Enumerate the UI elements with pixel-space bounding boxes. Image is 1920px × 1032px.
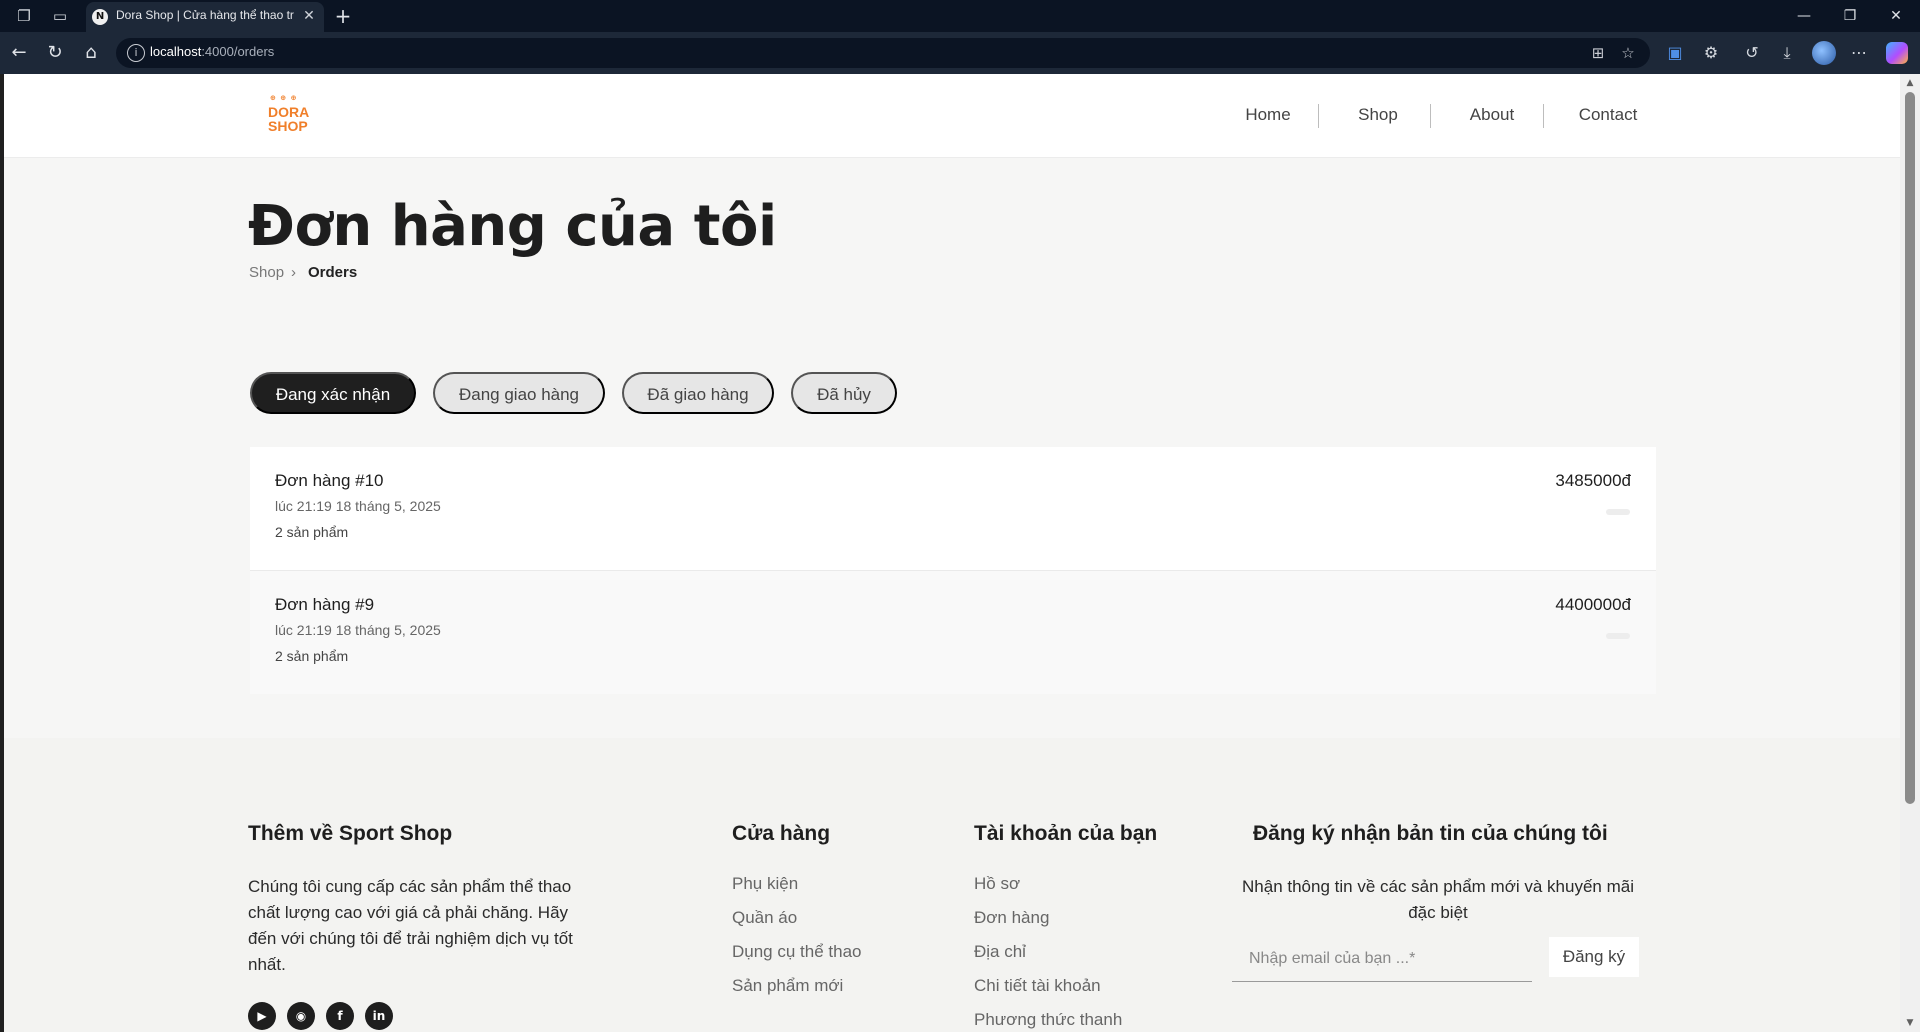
tab-actions-icon[interactable]: ▭ bbox=[50, 6, 70, 26]
scrollbar[interactable]: ▲ ▼ bbox=[1900, 74, 1920, 1032]
footer-link-dia-chi[interactable]: Địa chỉ bbox=[974, 942, 1026, 962]
tab-favicon-icon: N bbox=[92, 9, 108, 25]
chevron-right-icon: › bbox=[291, 264, 296, 281]
tab-dang-xac-nhan[interactable]: Đang xác nhận bbox=[250, 372, 416, 414]
order-total: 4400000đ bbox=[1555, 595, 1631, 614]
nav-divider bbox=[1430, 104, 1431, 128]
tab-title[interactable]: Dora Shop | Cửa hàng thể thao trực tuyến bbox=[116, 8, 294, 26]
window-close-icon[interactable]: ✕ bbox=[1876, 4, 1916, 28]
browser-tab-bar: ❐ ▭ N Dora Shop | Cửa hàng thể thao trực… bbox=[0, 0, 1920, 32]
breadcrumb-orders: Orders bbox=[308, 264, 358, 281]
facebook-icon[interactable]: f bbox=[326, 1002, 354, 1030]
footer-newsletter-desc: Nhận thông tin về các sản phẩm mới và kh… bbox=[1242, 877, 1634, 922]
site-logo[interactable]: ⊕ ⊕ ⊕ DORA SHOP bbox=[266, 94, 314, 138]
history-icon[interactable]: ↺ bbox=[1741, 42, 1763, 64]
order-item-count: 2 sản phẩm bbox=[275, 524, 349, 540]
footer-about-text: Chúng tôi cung cấp các sản phẩm thể thao… bbox=[248, 877, 573, 974]
logo-tagline: ⊕ ⊕ ⊕ bbox=[270, 94, 298, 102]
order-title: Đơn hàng #9 bbox=[275, 595, 375, 614]
order-card[interactable]: Đơn hàng #10 lúc 21:19 18 tháng 5, 2025 … bbox=[250, 447, 1656, 571]
email-field[interactable] bbox=[1232, 936, 1532, 982]
nav-about[interactable]: About bbox=[1460, 100, 1524, 130]
browser-toolbar: ← ↻ ⌂ i localhost:4000/orders ⊞ ☆ ▣ ⚙ ↺ … bbox=[0, 32, 1920, 74]
subscribe-button[interactable]: Đăng ký bbox=[1549, 937, 1639, 977]
url-text[interactable]: localhost:4000/orders bbox=[150, 44, 274, 62]
home-icon[interactable]: ⌂ bbox=[80, 42, 102, 64]
profile-avatar-icon[interactable] bbox=[1812, 41, 1836, 65]
tab-da-giao-hang[interactable]: Đã giao hàng bbox=[622, 372, 774, 414]
app-available-icon[interactable]: ⊞ bbox=[1588, 43, 1608, 63]
nav-contact[interactable]: Contact bbox=[1570, 100, 1646, 130]
address-bar[interactable]: i localhost:4000/orders ⊞ ☆ bbox=[116, 38, 1650, 68]
footer-newsletter-heading: Đăng ký nhận bản tin của chúng tôi bbox=[1253, 822, 1608, 845]
footer-about-heading: Thêm về Sport Shop bbox=[248, 822, 453, 845]
extensions-icon[interactable]: ⚙ bbox=[1700, 42, 1722, 64]
status-badge bbox=[1606, 633, 1630, 639]
nav-home[interactable]: Home bbox=[1234, 100, 1302, 130]
favorite-star-icon[interactable]: ☆ bbox=[1618, 43, 1638, 63]
copilot-icon[interactable] bbox=[1886, 42, 1908, 64]
close-icon[interactable]: ✕ bbox=[300, 6, 318, 26]
order-total: 3485000đ bbox=[1555, 471, 1631, 490]
url-host: localhost bbox=[150, 44, 202, 59]
order-date: lúc 21:19 18 tháng 5, 2025 bbox=[275, 498, 441, 514]
minimize-icon[interactable]: — bbox=[1784, 4, 1824, 28]
workspaces-icon[interactable]: ❐ bbox=[14, 6, 34, 26]
scroll-down-icon[interactable]: ▼ bbox=[1904, 1017, 1916, 1029]
scrollbar-thumb[interactable] bbox=[1905, 92, 1915, 804]
url-path: :4000/orders bbox=[201, 44, 275, 59]
translate-icon[interactable]: ▣ bbox=[1664, 42, 1686, 64]
footer-link-ho-so[interactable]: Hồ sơ bbox=[974, 874, 1020, 894]
footer-link-don-hang[interactable]: Đơn hàng bbox=[974, 908, 1049, 928]
restore-icon[interactable]: ❐ bbox=[1830, 4, 1870, 28]
site-footer: Thêm về Sport Shop Chúng tôi cung cấp cá… bbox=[4, 738, 1900, 1032]
logo-line-1: DORA bbox=[268, 104, 310, 120]
nav-shop[interactable]: Shop bbox=[1348, 100, 1408, 130]
page-title: Đơn hàng của tôi bbox=[248, 194, 777, 259]
nav-divider bbox=[1543, 104, 1544, 128]
order-list: Đơn hàng #10 lúc 21:19 18 tháng 5, 2025 … bbox=[250, 447, 1656, 695]
footer-link-san-pham-moi[interactable]: Sản phẩm mới bbox=[732, 976, 843, 996]
tab-dang-giao-hang[interactable]: Đang giao hàng bbox=[433, 372, 605, 414]
refresh-icon[interactable]: ↻ bbox=[44, 42, 66, 64]
page-viewport: ⊕ ⊕ ⊕ DORA SHOP Home Shop About Contact … bbox=[4, 74, 1900, 1032]
order-date: lúc 21:19 18 tháng 5, 2025 bbox=[275, 622, 441, 638]
tab-da-huy[interactable]: Đã hủy bbox=[791, 372, 897, 414]
more-icon[interactable]: ⋯ bbox=[1848, 42, 1870, 64]
info-icon[interactable]: i bbox=[127, 44, 145, 62]
site-header: ⊕ ⊕ ⊕ DORA SHOP Home Shop About Contact bbox=[4, 74, 1900, 158]
back-icon[interactable]: ← bbox=[8, 42, 30, 64]
new-tab-icon[interactable]: + bbox=[332, 4, 354, 28]
logo-line-2: SHOP bbox=[268, 118, 308, 134]
order-title: Đơn hàng #10 bbox=[275, 471, 384, 490]
github-icon[interactable]: ◉ bbox=[287, 1002, 315, 1030]
footer-link-phuong-thuc[interactable]: Phương thức thanh bbox=[974, 1010, 1122, 1030]
order-item-count: 2 sản phẩm bbox=[275, 648, 349, 664]
footer-account-heading: Tài khoản của bạn bbox=[974, 822, 1158, 845]
footer-link-phu-kien[interactable]: Phụ kiện bbox=[732, 874, 798, 894]
downloads-icon[interactable]: ⤓ bbox=[1776, 42, 1798, 64]
status-badge bbox=[1606, 509, 1630, 515]
linkedin-icon[interactable]: in bbox=[365, 1002, 393, 1030]
footer-shop-heading: Cửa hàng bbox=[732, 822, 831, 845]
nav-divider bbox=[1318, 104, 1319, 128]
footer-link-quan-ao[interactable]: Quần áo bbox=[732, 908, 797, 928]
scroll-up-icon[interactable]: ▲ bbox=[1904, 77, 1916, 89]
youtube-icon[interactable]: ▶ bbox=[248, 1002, 276, 1030]
order-card[interactable]: Đơn hàng #9 lúc 21:19 18 tháng 5, 2025 2… bbox=[250, 571, 1656, 694]
breadcrumb-shop[interactable]: Shop bbox=[249, 264, 284, 281]
footer-link-dung-cu[interactable]: Dụng cụ thể thao bbox=[732, 942, 861, 962]
footer-link-chi-tiet[interactable]: Chi tiết tài khoản bbox=[974, 976, 1101, 996]
